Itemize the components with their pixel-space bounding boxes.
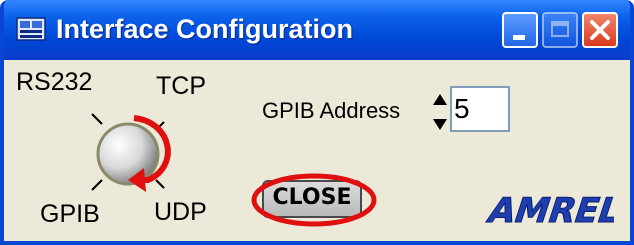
amrel-logo: AMREL (484, 191, 614, 230)
maximize-button (542, 12, 578, 48)
gpib-address-input[interactable] (450, 86, 510, 132)
close-icon (590, 20, 610, 40)
title-bar[interactable]: Interface Configuration (4, 0, 630, 60)
tick-mark (155, 179, 165, 189)
close-button[interactable]: CLOSE (262, 180, 362, 218)
option-tcp-label: TCP (156, 72, 206, 100)
app-icon (16, 17, 46, 41)
close-window-button[interactable] (582, 12, 618, 48)
interface-selector-knob[interactable] (76, 100, 196, 210)
knob (96, 122, 160, 186)
option-rs232-label: RS232 (16, 68, 93, 96)
spin-up-icon[interactable] (432, 89, 448, 111)
minimize-button[interactable] (502, 12, 538, 48)
interface-configuration-window: Interface Configuration RS232 TCP GPIB U… (0, 0, 634, 245)
svg-text:AMREL: AMREL (484, 192, 614, 230)
tick-mark (91, 113, 103, 125)
gpib-address-spinner (432, 89, 448, 135)
tick-mark (91, 179, 103, 191)
spin-down-icon[interactable] (432, 113, 448, 135)
gpib-address-label: GPIB Address (262, 98, 401, 123)
window-title: Interface Configuration (56, 14, 354, 44)
